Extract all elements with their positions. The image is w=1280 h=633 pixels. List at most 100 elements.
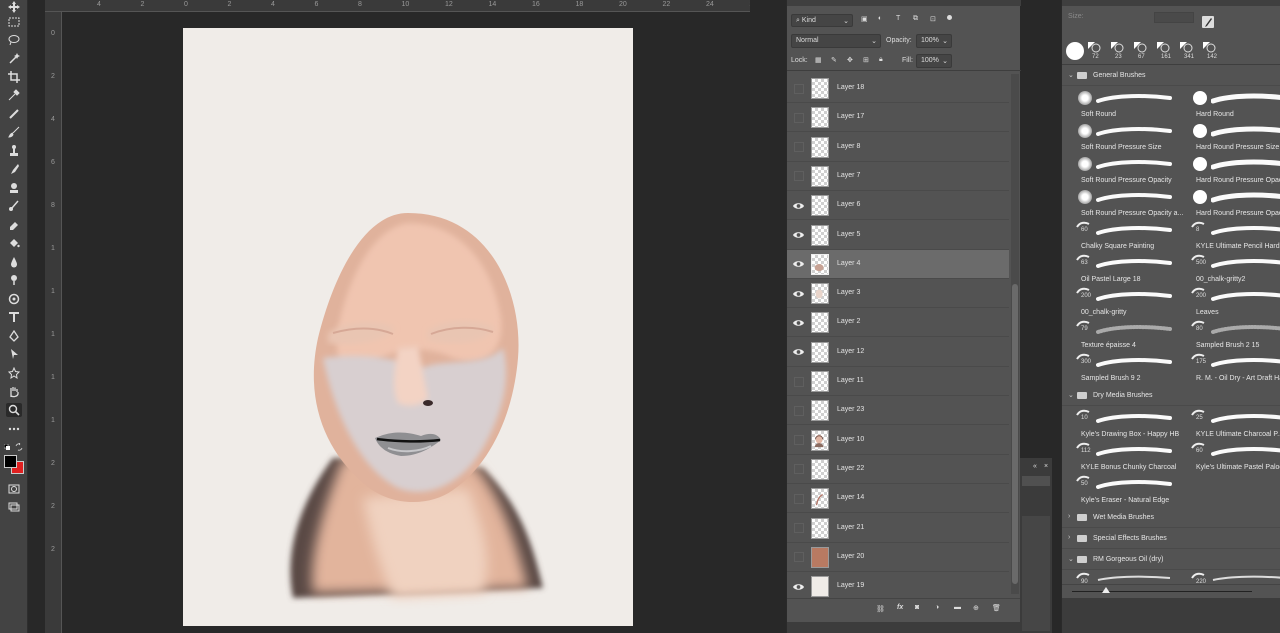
lock-artboard-icon[interactable]: ⊞ [863, 56, 869, 64]
chevron-down-icon[interactable]: ⌄ [1068, 391, 1074, 399]
brush-item[interactable]: 112 KYLE Bonus Chunky Charcoal [1062, 440, 1176, 473]
filter-adjustment-icon[interactable]: ◐ [878, 15, 882, 22]
visibility-eye-icon[interactable] [793, 552, 804, 563]
brush-item[interactable]: 200 Leaves [1177, 285, 1280, 318]
slider-thumb[interactable] [1102, 587, 1110, 593]
layer-row[interactable]: Layer 4 [787, 249, 1009, 279]
brush-preset[interactable]: 23 [1109, 40, 1129, 64]
layer-row[interactable]: Layer 21 [787, 514, 1009, 543]
zoom-tool-icon[interactable] [6, 403, 22, 417]
visibility-eye-icon[interactable] [793, 112, 804, 123]
layer-row[interactable]: Layer 10 [787, 426, 1009, 455]
lock-position-icon[interactable]: ✥ [847, 56, 853, 64]
move-tool-icon[interactable] [6, 0, 22, 14]
history-brush-tool-icon[interactable] [6, 162, 22, 176]
default-colors-icon[interactable] [3, 443, 10, 450]
visibility-eye-icon[interactable] [793, 200, 804, 211]
brush-item[interactable]: 200 00_chalk-gritty [1062, 285, 1172, 318]
brush-item[interactable]: 63 Oil Pastel Large 18 [1062, 252, 1172, 285]
visibility-eye-icon[interactable] [793, 376, 804, 387]
chevron-right-icon[interactable]: › [1068, 534, 1070, 541]
brush-item[interactable]: Soft Round Pressure Opacity [1062, 153, 1172, 186]
brush-item[interactable]: Hard Round Pressure Opacity [1177, 153, 1280, 186]
brush-item[interactable]: 60 Kyle's Ultimate Pastel Palooza [1177, 440, 1280, 473]
layer-row[interactable]: Layer 19 [787, 572, 1009, 602]
brush-item[interactable]: Soft Round Pressure Opacity a... [1062, 186, 1183, 219]
visibility-eye-icon[interactable] [793, 142, 804, 153]
layer-row[interactable]: Layer 3 [787, 279, 1009, 309]
adjustment-layer-icon[interactable]: ◑ [935, 604, 939, 611]
layer-row[interactable]: Layer 22 [787, 455, 1009, 484]
visibility-eye-icon[interactable] [793, 464, 804, 475]
visibility-eye-icon[interactable] [793, 288, 804, 299]
brush-item[interactable]: 79 Texture épaisse 4 [1062, 318, 1172, 351]
marquee-tool-icon[interactable] [6, 15, 22, 29]
layer-row[interactable]: Layer 6 [787, 191, 1009, 221]
dodge-tool-icon[interactable] [6, 273, 22, 287]
lasso-tool-icon[interactable] [6, 33, 22, 47]
visibility-eye-icon[interactable] [793, 83, 804, 94]
brush-item[interactable]: Hard Round Pressure Opacity... [1177, 186, 1280, 219]
brush-item[interactable]: 500 00_chalk-gritty2 [1177, 252, 1280, 285]
brush-item[interactable]: 10 Kyle's Drawing Box - Happy HB [1062, 407, 1179, 440]
path-selection-tool-icon[interactable] [6, 347, 22, 361]
healing-brush-tool-icon[interactable] [6, 107, 22, 121]
blur-tool-icon[interactable] [6, 255, 22, 269]
visibility-eye-icon[interactable] [793, 171, 804, 182]
brush-settings-icon[interactable] [1202, 16, 1214, 28]
brush-tool-icon[interactable] [6, 125, 22, 139]
brush-item[interactable]: 25 KYLE Ultimate Charcoal P... [1177, 407, 1280, 440]
visibility-eye-icon[interactable] [793, 317, 804, 328]
chevron-right-icon[interactable]: › [1068, 513, 1070, 520]
filter-toggle-icon[interactable] [947, 15, 952, 20]
foreground-color-swatch[interactable] [4, 455, 17, 468]
scrollbar-thumb[interactable] [1012, 284, 1018, 584]
visibility-eye-icon[interactable] [793, 523, 804, 534]
visibility-eye-icon[interactable] [793, 493, 804, 504]
chevron-down-icon[interactable]: ⌄ [1068, 71, 1074, 79]
sponge-tool-icon[interactable] [6, 292, 22, 306]
filter-smart-object-icon[interactable]: ⊡ [930, 15, 936, 23]
quick-mask-icon[interactable] [6, 482, 22, 496]
crop-tool-icon[interactable] [6, 70, 22, 84]
brush-group-header[interactable]: › Special Effects Brushes [1062, 529, 1280, 549]
layer-row[interactable]: Layer 2 [787, 308, 1009, 338]
layer-row[interactable]: Layer 7 [787, 162, 1009, 191]
visibility-eye-icon[interactable] [793, 230, 804, 241]
lock-image-icon[interactable]: ✎ [831, 56, 837, 64]
opacity-input[interactable]: 100% ⌄ [916, 34, 952, 48]
layer-row[interactable]: Layer 14 [787, 484, 1009, 514]
link-layers-icon[interactable]: ⛓ [876, 605, 885, 613]
custom-shape-tool-icon[interactable] [6, 366, 22, 380]
chevron-down-icon[interactable]: ⌄ [1068, 555, 1074, 563]
clone-stamp-tool-icon[interactable] [6, 144, 22, 158]
blend-mode-dropdown[interactable]: Normal ⌄ [791, 34, 881, 48]
layer-row[interactable]: Layer 23 [787, 396, 1009, 426]
brush-group-header[interactable]: ⌄ General Brushes [1062, 66, 1280, 86]
layer-row[interactable]: Layer 5 [787, 221, 1009, 250]
layer-row[interactable]: Layer 11 [787, 367, 1009, 396]
visibility-eye-icon[interactable] [793, 435, 804, 446]
brush-item[interactable]: 220 [1177, 571, 1280, 584]
screen-mode-icon[interactable] [6, 500, 22, 514]
brush-size-input[interactable] [1154, 12, 1194, 23]
quick-selection-tool-icon[interactable] [6, 51, 22, 65]
close-icon[interactable]: × [1044, 463, 1048, 470]
visibility-eye-icon[interactable] [793, 259, 804, 270]
layer-row[interactable]: Layer 17 [787, 103, 1009, 133]
pen-tool-icon[interactable] [6, 329, 22, 343]
brush-item[interactable]: 8 KYLE Ultimate Pencil Hard [1177, 219, 1280, 252]
document-canvas[interactable] [183, 28, 633, 626]
more-tools-icon[interactable] [6, 422, 22, 436]
brush-item[interactable]: 60 Chalky Square Painting [1062, 219, 1172, 252]
layers-scrollbar[interactable] [1011, 74, 1019, 594]
eraser-tool-icon[interactable] [6, 218, 22, 232]
collapse-icon[interactable]: « [1033, 463, 1037, 470]
brush-preset[interactable]: 341 [1178, 40, 1198, 64]
mixer-brush-tool-icon[interactable] [6, 199, 22, 213]
brush-size-slider[interactable] [1062, 584, 1280, 598]
brush-item[interactable]: 90 [1062, 571, 1172, 584]
paint-bucket-tool-icon[interactable] [6, 236, 22, 250]
brush-preset[interactable]: 67 [1132, 40, 1152, 64]
brush-item[interactable]: 80 Sampled Brush 2 15 [1177, 318, 1280, 351]
